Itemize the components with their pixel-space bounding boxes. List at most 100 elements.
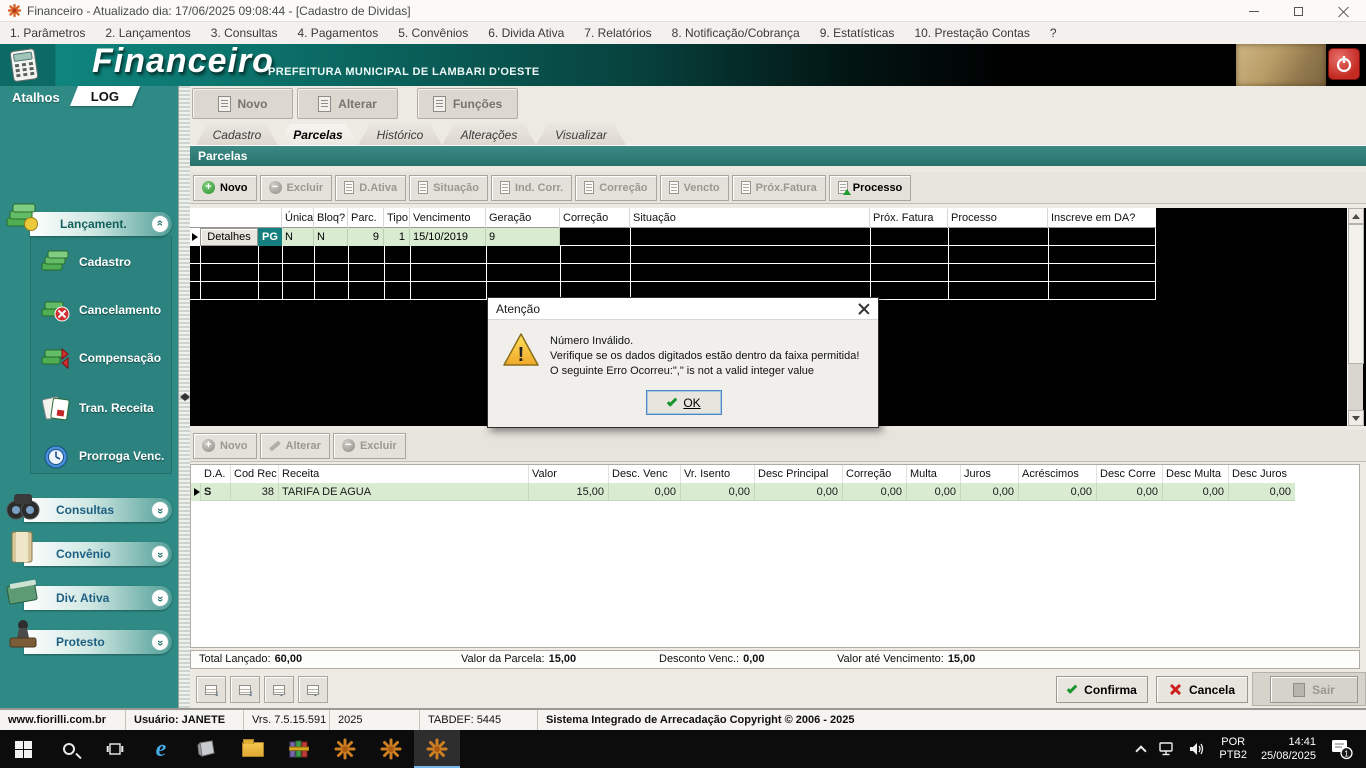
app-box-button[interactable]	[184, 730, 230, 768]
volume-tray-icon[interactable]	[1182, 730, 1212, 768]
nav-prior-record-button[interactable]: ◂	[230, 676, 260, 703]
sidebar-group-div-ativa[interactable]: Div. Ativa »	[24, 586, 172, 610]
col-unica: Única	[282, 208, 314, 228]
sidebar-group-protesto[interactable]: Protesto »	[24, 630, 172, 654]
start-button[interactable]	[0, 730, 46, 768]
row-empty-cells	[560, 228, 1156, 246]
sidebar-item-cancelamento[interactable]: Cancelamento	[31, 288, 173, 332]
dialog-close-button[interactable]	[856, 301, 872, 317]
menu-estatisticas[interactable]: 9. Estatísticas	[810, 26, 905, 40]
expand-group-button[interactable]: »	[151, 501, 169, 519]
clock[interactable]: 14:4125/08/2025	[1254, 730, 1323, 768]
dialog-ok-button[interactable]: OK	[646, 390, 722, 415]
internet-explorer-button[interactable]: e	[138, 730, 184, 768]
parcelas-dativa-button[interactable]: D.Ativa	[335, 175, 406, 201]
sidebar-item-tran-receita[interactable]: Tran. Receita	[31, 386, 173, 430]
sidebar-item-compensacao[interactable]: Compensação	[31, 336, 173, 380]
sidebar-group-lancamento[interactable]: Lançament. »	[30, 212, 172, 236]
novo-toolbar-button[interactable]: Novo	[192, 88, 293, 119]
row-arrow-icon	[194, 488, 200, 496]
convenio-icon	[8, 530, 38, 566]
minimize-button[interactable]	[1231, 0, 1276, 22]
menu-lancamentos[interactable]: 2. Lançamentos	[95, 26, 200, 40]
window-titlebar[interactable]: Financeiro - Atualizado dia: 17/06/2025 …	[0, 0, 1366, 22]
tab-cadastro[interactable]: Cadastro	[196, 124, 278, 145]
parcelas-novo-button[interactable]: +Novo	[193, 175, 257, 201]
tab-parcelas[interactable]: Parcelas	[278, 124, 358, 145]
search-button[interactable]	[46, 730, 92, 768]
menu-prestacao-contas[interactable]: 10. Prestação Contas	[904, 26, 1039, 40]
nav-last-record-button[interactable]: ▸	[298, 676, 328, 703]
network-tray-icon[interactable]	[1152, 730, 1182, 768]
task-view-button[interactable]	[92, 730, 138, 768]
expand-group-button[interactable]: »	[151, 545, 169, 563]
receitas-alterar-button[interactable]: Alterar	[260, 433, 330, 459]
sidebar-group-consultas[interactable]: Consultas »	[24, 498, 172, 522]
maximize-button[interactable]	[1276, 0, 1321, 22]
parcelas-processo-button[interactable]: Processo	[829, 175, 912, 201]
nav-next-record-button[interactable]: ▸	[264, 676, 294, 703]
scroll-down-button[interactable]	[1348, 410, 1364, 426]
alterar-toolbar-button[interactable]: Alterar	[297, 88, 398, 119]
menu-relatorios[interactable]: 7. Relatórios	[574, 26, 661, 40]
parcelas-excluir-button[interactable]: −Excluir	[260, 175, 333, 201]
nav-first-record-button[interactable]: ◂	[196, 676, 226, 703]
sidebar-group-convenio[interactable]: Convênio »	[24, 542, 172, 566]
receitas-excluir-button[interactable]: −Excluir	[333, 433, 406, 459]
menu-parametros[interactable]: 1. Parâmetros	[0, 26, 95, 40]
receita-row-selected[interactable]: S 38 TARIFA DE AGUA 15,00 0,00 0,00 0,00…	[191, 483, 1295, 501]
receita-cell: TARIFA DE AGUA	[279, 483, 529, 501]
task-view-icon	[106, 742, 124, 756]
notification-center-button[interactable]: 1	[1323, 730, 1366, 768]
tab-visualizar[interactable]: Visualizar	[536, 124, 626, 145]
funcoes-toolbar-button[interactable]: Funções	[417, 88, 518, 119]
parcelas-vencto-button[interactable]: Vencto	[660, 175, 729, 201]
expand-group-button[interactable]: »	[151, 633, 169, 651]
scroll-up-button[interactable]	[1348, 208, 1364, 224]
menu-consultas[interactable]: 3. Consultas	[201, 26, 288, 40]
scrollbar-thumb[interactable]	[1348, 224, 1364, 364]
parcelas-grid-scrollbar[interactable]	[1347, 208, 1363, 426]
menu-pagamentos[interactable]: 4. Pagamentos	[287, 26, 388, 40]
collapse-group-button[interactable]: »	[151, 215, 169, 233]
document-icon	[500, 181, 510, 194]
receitas-novo-button[interactable]: +Novo	[193, 433, 257, 459]
fiorilli-app-button-1[interactable]	[322, 730, 368, 768]
fiorilli-app-button-2[interactable]	[368, 730, 414, 768]
parcelas-situacao-button[interactable]: Situação	[409, 175, 488, 201]
tab-alteracoes[interactable]: Alterações	[442, 124, 536, 145]
winrar-books-icon	[289, 740, 309, 758]
fiorilli-app-button-active[interactable]	[414, 730, 460, 768]
cancela-button[interactable]: Cancela	[1156, 676, 1248, 703]
language-indicator[interactable]: PORPTB2	[1212, 730, 1254, 768]
menu-notificacao-cobranca[interactable]: 8. Notificação/Cobrança	[662, 26, 810, 40]
minus-icon: −	[269, 181, 282, 194]
red-x-icon	[1169, 683, 1182, 696]
detalhes-cell-button[interactable]: Detalhes	[200, 228, 258, 246]
close-icon	[1338, 6, 1349, 17]
parcelas-correcao-button[interactable]: Correção	[575, 175, 656, 201]
tray-expand-button[interactable]	[1130, 730, 1152, 768]
menu-divida-ativa[interactable]: 6. Divida Ativa	[478, 26, 574, 40]
tran-receita-icon	[41, 395, 71, 421]
dialog-titlebar[interactable]: Atenção	[488, 298, 878, 320]
menu-convenios[interactable]: 5. Convênios	[388, 26, 478, 40]
expand-group-button[interactable]: »	[151, 589, 169, 607]
sidebar-item-prorroga-venc[interactable]: Prorroga Venc.	[31, 434, 173, 478]
parcelas-ind-corr-button[interactable]: Ind. Corr.	[491, 175, 572, 201]
parcelas-prox-fatura-button[interactable]: Próx.Fatura	[732, 175, 826, 201]
confirma-button[interactable]: Confirma	[1056, 676, 1148, 703]
col-blank	[190, 208, 282, 228]
fiorilli-flower-icon	[426, 738, 448, 760]
sidebar-item-cadastro[interactable]: Cadastro	[31, 240, 173, 284]
close-button[interactable]	[1321, 0, 1366, 22]
sair-button[interactable]: Sair	[1270, 676, 1358, 703]
log-tab[interactable]: LOG	[70, 86, 140, 106]
tab-historico[interactable]: Histórico	[358, 124, 442, 145]
file-explorer-button[interactable]	[230, 730, 276, 768]
sidebar-splitter[interactable]	[178, 86, 190, 708]
menu-help[interactable]: ?	[1040, 26, 1067, 40]
winrar-button[interactable]	[276, 730, 322, 768]
power-button[interactable]	[1328, 48, 1360, 80]
window-title: Financeiro - Atualizado dia: 17/06/2025 …	[27, 4, 411, 18]
